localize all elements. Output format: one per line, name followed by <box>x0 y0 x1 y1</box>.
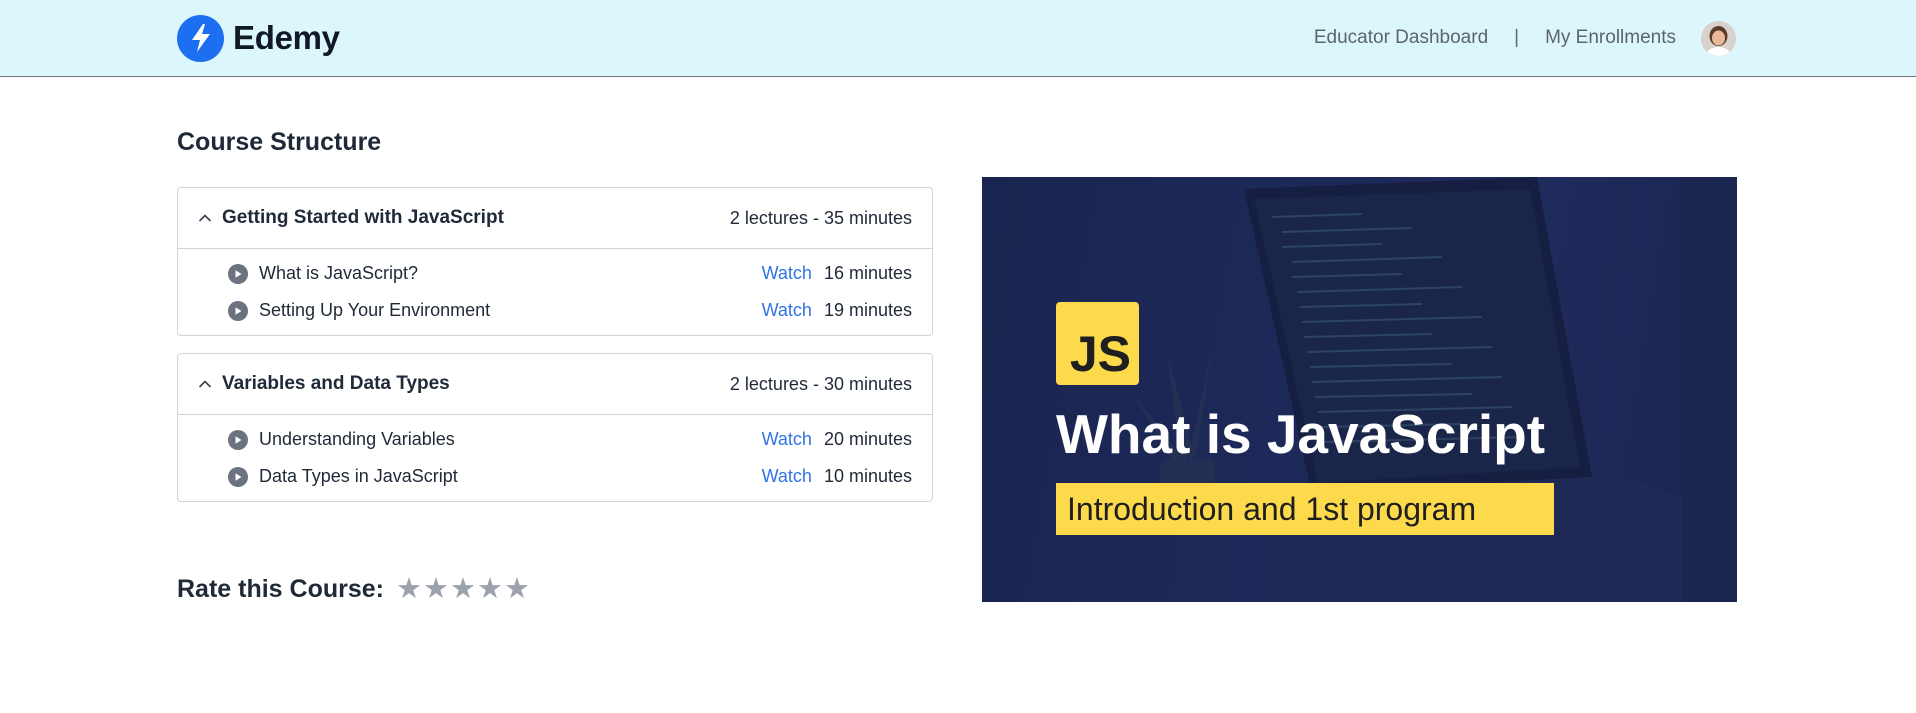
chapter-title: Getting Started with JavaScript <box>222 207 504 228</box>
lecture-item: Data Types in JavaScript Watch 10 minute… <box>228 458 912 495</box>
lecture-title: Data Types in JavaScript <box>259 466 458 486</box>
chapter-header[interactable]: Variables and Data Types 2 lectures - 30… <box>178 354 932 415</box>
lecture-duration: 20 minutes <box>823 429 912 449</box>
brand-logo[interactable]: Edemy <box>177 14 340 62</box>
watch-link[interactable]: Watch <box>762 300 812 321</box>
watch-link[interactable]: Watch <box>762 429 812 450</box>
course-rating: Rate this Course: ★ ★ ★ ★ ★ <box>177 575 531 604</box>
js-logo: JS <box>1056 302 1139 385</box>
educator-dashboard-link[interactable]: Educator Dashboard <box>1314 27 1488 49</box>
nav-divider: | <box>1514 27 1520 48</box>
course-structure-heading: Course Structure <box>177 128 382 156</box>
course-thumbnail[interactable]: JS What is JavaScript Introduction and 1… <box>982 177 1737 602</box>
chapter-title: Variables and Data Types <box>222 373 450 394</box>
watch-link[interactable]: Watch <box>762 466 812 487</box>
star-icon[interactable]: ★ <box>477 575 503 604</box>
header-nav: Educator Dashboard | My Enrollments <box>1314 19 1736 57</box>
js-logo-text: JS <box>1069 326 1131 382</box>
chevron-up-icon[interactable] <box>196 375 214 393</box>
lecture-item: Understanding Variables Watch 20 minutes <box>228 421 912 458</box>
play-circle-icon <box>228 300 248 321</box>
watch-link[interactable]: Watch <box>762 263 812 284</box>
lecture-list: What is JavaScript? Watch 16 minutes Set… <box>178 249 932 335</box>
lecture-duration: 16 minutes <box>823 263 912 283</box>
chapter-panel: Variables and Data Types 2 lectures - 30… <box>177 353 933 502</box>
play-circle-icon <box>228 263 248 284</box>
star-icon[interactable]: ★ <box>423 575 449 604</box>
chapter-meta: 2 lectures - 35 minutes <box>729 207 912 228</box>
lightning-bolt-icon <box>177 14 224 62</box>
user-avatar[interactable] <box>1701 20 1736 56</box>
play-circle-icon <box>228 466 248 487</box>
laptop-background-image <box>982 177 1737 602</box>
chapter-header[interactable]: Getting Started with JavaScript 2 lectur… <box>178 188 932 249</box>
lecture-title: Setting Up Your Environment <box>259 300 491 320</box>
chevron-up-icon[interactable] <box>196 209 214 227</box>
lecture-duration: 10 minutes <box>823 466 912 486</box>
lecture-title: What is JavaScript? <box>259 263 419 283</box>
rating-label: Rate this Course: <box>177 575 384 603</box>
star-icon[interactable]: ★ <box>450 575 476 604</box>
thumbnail-title: What is JavaScript <box>1056 403 1546 465</box>
chapter-panel: Getting Started with JavaScript 2 lectur… <box>177 187 933 336</box>
chapter-meta: 2 lectures - 30 minutes <box>729 373 912 394</box>
lecture-title: Understanding Variables <box>259 429 455 449</box>
star-icon[interactable]: ★ <box>396 575 422 604</box>
play-circle-icon <box>228 429 248 450</box>
lecture-item: Setting Up Your Environment Watch 19 min… <box>228 292 912 329</box>
star-icon[interactable]: ★ <box>504 575 530 604</box>
my-enrollments-link[interactable]: My Enrollments <box>1545 27 1676 49</box>
thumbnail-subtitle: Introduction and 1st program <box>1056 483 1554 535</box>
lecture-list: Understanding Variables Watch 20 minutes… <box>178 415 932 501</box>
lecture-duration: 19 minutes <box>823 300 912 320</box>
lecture-item: What is JavaScript? Watch 16 minutes <box>228 255 912 292</box>
top-navbar: Edemy Educator Dashboard | My Enrollment… <box>0 0 1916 77</box>
brand-name: Edemy <box>233 19 340 56</box>
